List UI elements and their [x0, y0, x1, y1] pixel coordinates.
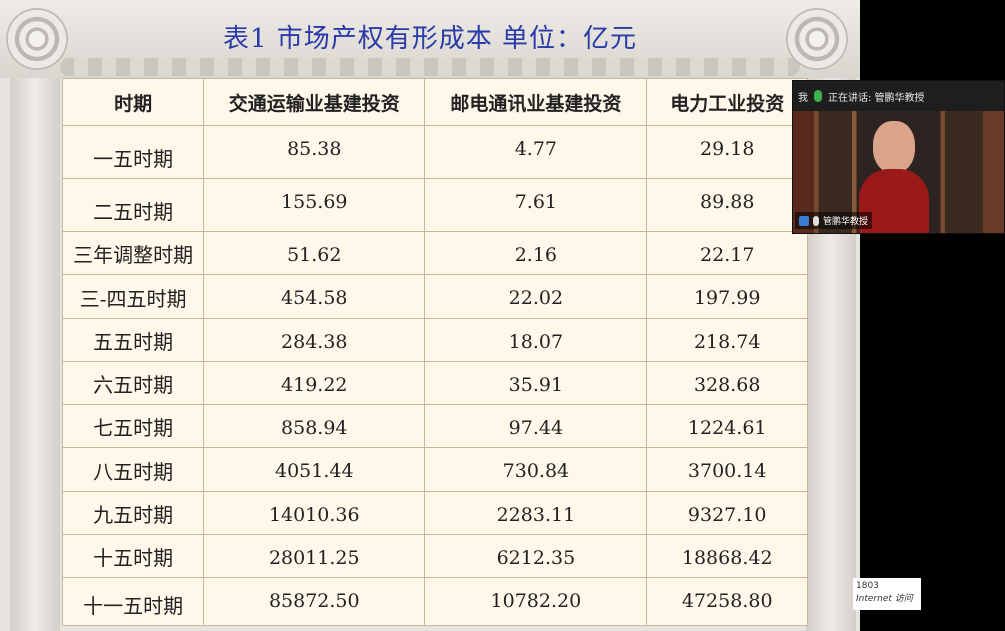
- telecom-cell: 2.16: [424, 231, 648, 275]
- transport-cell: 14010.36: [203, 491, 426, 535]
- transport-cell: 4051.44: [203, 447, 426, 492]
- transport-cell: 419.22: [203, 361, 426, 405]
- period-cell: 七五时期: [61, 404, 205, 448]
- period-cell: 十五时期: [61, 534, 205, 578]
- telecom-cell: 6212.35: [424, 534, 648, 578]
- power-cell: 47258.80: [646, 577, 808, 626]
- period-cell: 十一五时期: [61, 577, 205, 626]
- table-row: 十一五时期 85872.50 10782.20 47258.80: [61, 577, 808, 626]
- speaker-head: [873, 121, 915, 173]
- presentation-slide: 表1 市场产权有形成本 单位：亿元 时期 交通运输业基建投资 邮电通讯业基建投资…: [0, 0, 860, 631]
- period-cell: 二五时期: [61, 178, 205, 232]
- period-cell: 六五时期: [61, 361, 205, 405]
- telecom-cell: 7.61: [424, 178, 648, 232]
- power-cell: 18868.42: [646, 534, 808, 578]
- transport-cell: 858.94: [203, 404, 426, 448]
- table-row: 十五时期 28011.25 6212.35 18868.42: [61, 534, 808, 578]
- telecom-cell: 35.91: [424, 361, 648, 405]
- table-row: 三年调整时期 51.62 2.16 22.17: [61, 231, 808, 275]
- left-column-decoration: [10, 60, 60, 631]
- telecom-cell: 4.77: [424, 125, 648, 179]
- power-cell: 3700.14: [646, 447, 808, 492]
- table-row: 六五时期 419.22 35.91 328.68: [61, 361, 808, 405]
- speaking-indicator: 正在讲话: 管鹏华教授: [828, 92, 925, 104]
- table-header-row: 时期 交通运输业基建投资 邮电通讯业基建投资 电力工业投资: [61, 78, 808, 126]
- power-cell: 328.68: [646, 361, 808, 405]
- table-row: 五五时期 284.38 18.07 218.74: [61, 318, 808, 362]
- telecom-cell: 10782.20: [424, 577, 648, 626]
- table-row: 一五时期 85.38 4.77 29.18: [61, 125, 808, 179]
- telecom-cell: 18.07: [424, 318, 648, 362]
- period-cell: 九五时期: [61, 491, 205, 535]
- investment-table: 时期 交通运输业基建投资 邮电通讯业基建投资 电力工业投资 一五时期 85.38 4…: [61, 78, 808, 626]
- capital-band: [60, 58, 800, 76]
- transport-cell: 85.38: [203, 125, 426, 179]
- period-cell: 三年调整时期: [61, 231, 205, 275]
- telecom-cell: 730.84: [424, 447, 648, 492]
- mic-icon[interactable]: [814, 90, 822, 102]
- power-cell: 9327.10: [646, 491, 808, 535]
- transport-cell: 28011.25: [203, 534, 426, 578]
- telecom-cell: 22.02: [424, 274, 648, 319]
- badge-text: Internet 访问: [856, 593, 918, 606]
- slide-title: 表1 市场产权有形成本 单位：亿元: [222, 24, 638, 54]
- power-cell: 1224.61: [646, 404, 808, 448]
- period-cell: 八五时期: [61, 447, 205, 492]
- header-telecom: 邮电通讯业基建投资: [424, 78, 648, 126]
- transport-cell: 284.38: [203, 318, 426, 362]
- table-row: 七五时期 858.94 97.44 1224.61: [61, 404, 808, 448]
- participant-name: 管鹏华教授: [823, 217, 869, 227]
- telecom-cell: 2283.11: [424, 491, 648, 535]
- table-row: 八五时期 4051.44 730.84 3700.14: [61, 447, 808, 492]
- table-row: 九五时期 14010.36 2283.11 9327.10: [61, 491, 808, 535]
- power-cell: 218.74: [646, 318, 808, 362]
- header-transport: 交通运输业基建投资: [203, 78, 426, 126]
- self-label: 我: [798, 92, 808, 104]
- internet-access-badge[interactable]: 1803 Internet 访问: [853, 578, 921, 610]
- header-period: 时期: [61, 78, 205, 126]
- header-power: 电力工业投资: [646, 78, 808, 126]
- transport-cell: 155.69: [203, 178, 426, 232]
- transport-cell: 454.58: [203, 274, 426, 319]
- power-cell: 29.18: [646, 125, 808, 179]
- badge-text-label: Internet 访问: [856, 594, 913, 604]
- period-cell: 五五时期: [61, 318, 205, 362]
- telecom-cell: 97.44: [424, 404, 648, 448]
- table-row: 三-四五时期 454.58 22.02 197.99: [61, 274, 808, 319]
- power-cell: 197.99: [646, 274, 808, 319]
- participant-name-tag: 管鹏华教授: [795, 212, 873, 229]
- transport-cell: 85872.50: [203, 577, 426, 626]
- video-feed: 管鹏华教授: [793, 111, 1004, 233]
- video-status-bar: 我 正在讲话: 管鹏华教授: [793, 81, 1004, 111]
- transport-cell: 51.62: [203, 231, 426, 275]
- user-icon: [799, 215, 809, 226]
- video-overlay[interactable]: 我 正在讲话: 管鹏华教授 管鹏华教授: [792, 80, 1005, 234]
- power-cell: 22.17: [646, 231, 808, 275]
- badge-number: 1803: [856, 581, 879, 591]
- mic-icon: [813, 215, 819, 226]
- power-cell: 89.88: [646, 178, 808, 232]
- table-row: 二五时期 155.69 7.61 89.88: [61, 178, 808, 232]
- period-cell: 一五时期: [61, 125, 205, 179]
- period-cell: 三-四五时期: [61, 274, 205, 319]
